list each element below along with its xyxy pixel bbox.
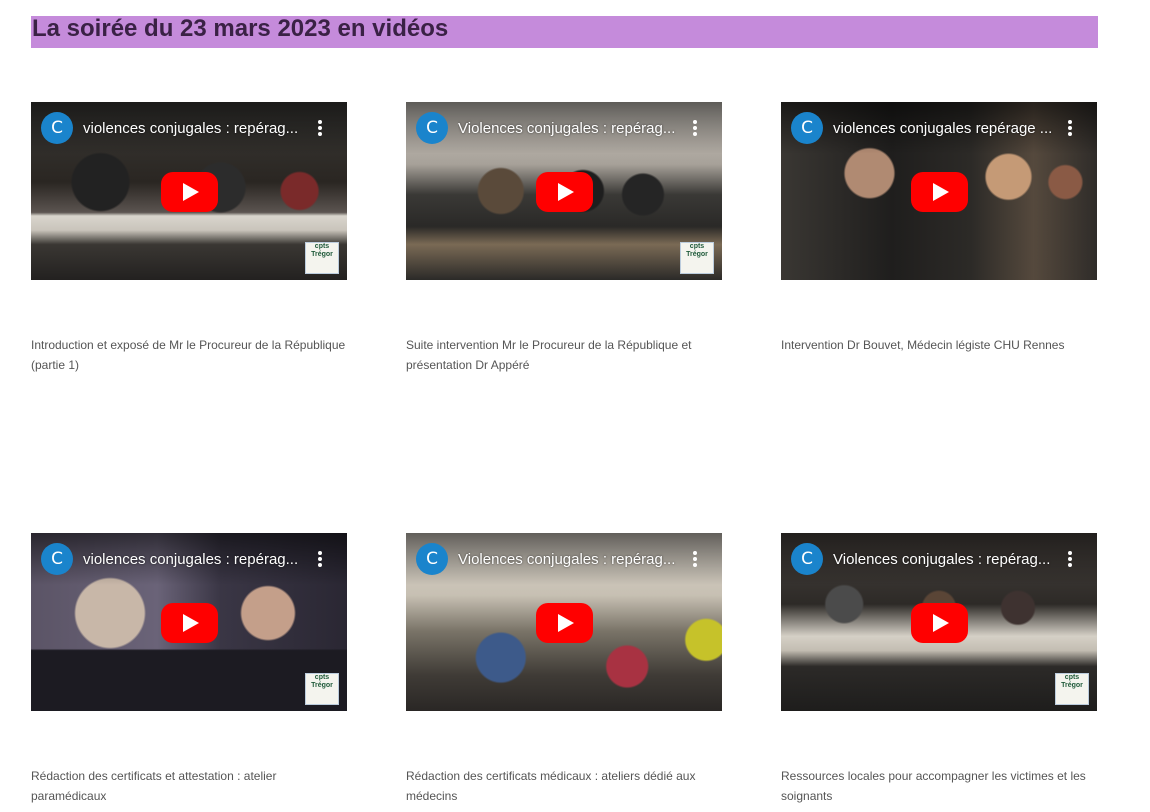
video-title[interactable]: violences conjugales : repérag...	[83, 550, 303, 570]
channel-avatar[interactable]: C	[41, 112, 73, 144]
video-thumbnail[interactable]: C Violences conjugales : repérag... cpts…	[406, 102, 722, 280]
video-caption: Introduction et exposé de Mr le Procureu…	[31, 338, 346, 372]
more-vert-icon[interactable]	[690, 549, 700, 573]
video-card: C Violences conjugales : repérag... cpts…	[406, 102, 722, 375]
more-vert-icon[interactable]	[1065, 118, 1075, 142]
more-vert-icon[interactable]	[315, 549, 325, 573]
video-caption: Rédaction des certificats médicaux : ate…	[406, 769, 696, 803]
play-button-icon[interactable]	[911, 603, 968, 643]
cpts-logo: cpts Trégor	[680, 242, 714, 274]
video-thumbnail[interactable]: C violences conjugales : repérag... cpts…	[31, 533, 347, 711]
video-card: C violences conjugales : repérag... cpts…	[31, 533, 347, 806]
more-vert-icon[interactable]	[690, 118, 700, 142]
play-button-icon[interactable]	[161, 603, 218, 643]
channel-avatar[interactable]: C	[791, 543, 823, 575]
cpts-logo: cpts Trégor	[305, 242, 339, 274]
video-caption: Suite intervention Mr le Procureur de la…	[406, 338, 692, 372]
video-thumbnail[interactable]: C Violences conjugales : repérag... cpts…	[781, 533, 1097, 711]
video-card: C violences conjugales : repérag... cpts…	[31, 102, 347, 375]
video-title[interactable]: violences conjugales repérage ...	[833, 119, 1053, 139]
video-card: C Violences conjugales : repérag... Réda…	[406, 533, 722, 806]
more-vert-icon[interactable]	[315, 118, 325, 142]
play-button-icon[interactable]	[911, 172, 968, 212]
video-caption: Ressources locales pour accompagner les …	[781, 769, 1086, 803]
channel-avatar[interactable]: C	[416, 112, 448, 144]
play-button-icon[interactable]	[536, 603, 593, 643]
channel-avatar[interactable]: C	[791, 112, 823, 144]
video-caption: Intervention Dr Bouvet, Médecin légiste …	[781, 338, 1065, 352]
video-thumbnail[interactable]: C violences conjugales repérage ...	[781, 102, 1097, 280]
play-button-icon[interactable]	[536, 172, 593, 212]
play-button-icon[interactable]	[161, 172, 218, 212]
cpts-logo: cpts Trégor	[1055, 673, 1089, 705]
channel-avatar[interactable]: C	[41, 543, 73, 575]
video-title[interactable]: Violences conjugales : repérag...	[458, 119, 678, 139]
section-banner: La soirée du 23 mars 2023 en vidéos	[31, 16, 1098, 48]
channel-avatar[interactable]: C	[416, 543, 448, 575]
video-title[interactable]: violences conjugales : repérag...	[83, 119, 303, 139]
video-thumbnail[interactable]: C violences conjugales : repérag... cpts…	[31, 102, 347, 280]
section-title: La soirée du 23 mars 2023 en vidéos	[32, 15, 449, 42]
video-card: C violences conjugales repérage ... Inte…	[781, 102, 1097, 355]
video-title[interactable]: Violences conjugales : repérag...	[458, 550, 678, 570]
video-thumbnail[interactable]: C Violences conjugales : repérag...	[406, 533, 722, 711]
more-vert-icon[interactable]	[1065, 549, 1075, 573]
video-caption: Rédaction des certificats et attestation…	[31, 769, 277, 803]
video-card: C Violences conjugales : repérag... cpts…	[781, 533, 1097, 806]
video-title[interactable]: Violences conjugales : repérag...	[833, 550, 1053, 570]
cpts-logo: cpts Trégor	[305, 673, 339, 705]
